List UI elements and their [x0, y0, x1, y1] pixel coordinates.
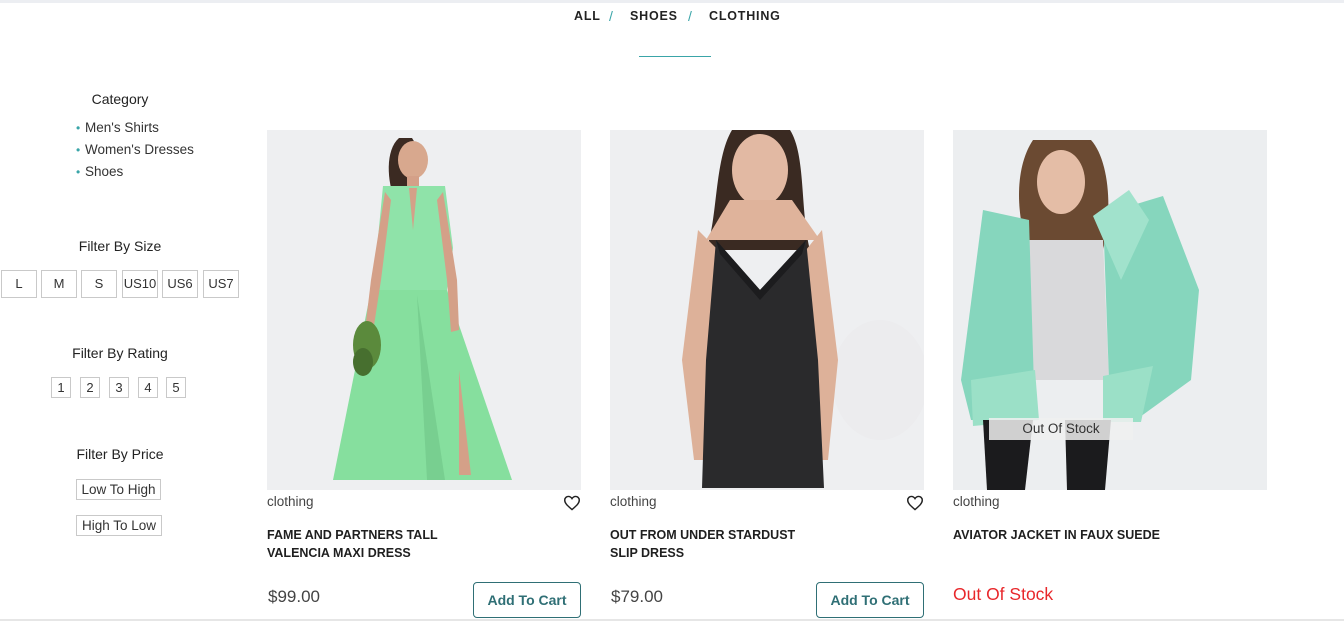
category-item-mens-shirts[interactable]: • Men's Shirts — [76, 121, 194, 143]
out-of-stock-overlay: Out Of Stock — [989, 418, 1133, 440]
bullet: • — [76, 121, 81, 135]
filter-sidebar: Category • Men's Shirts • Women's Dresses … — [0, 0, 240, 621]
category-label: Women's Dresses — [85, 142, 194, 157]
size-filter-us10[interactable]: US10 — [122, 270, 158, 298]
rating-filter-heading: Filter By Rating — [72, 345, 168, 361]
nav-separator: / — [688, 8, 692, 24]
product-category: clothing — [610, 494, 657, 509]
category-heading: Category — [91, 91, 149, 107]
product-title-line: FAME AND PARTNERS TALL — [267, 528, 438, 542]
rating-filter-1[interactable]: 1 — [51, 377, 71, 398]
product-image[interactable] — [267, 130, 581, 490]
category-label: Shoes — [85, 164, 124, 179]
nav-clothing[interactable]: CLOTHING — [709, 9, 781, 23]
out-of-stock-label: Out Of Stock — [953, 584, 1054, 604]
product-card: clothing OUT FROM UNDER STARDUST SLIP DR… — [610, 130, 925, 619]
price-sort-low-high[interactable]: Low To High — [76, 479, 161, 500]
nav-all[interactable]: ALL — [574, 9, 601, 23]
product-title-line: OUT FROM UNDER STARDUST — [610, 528, 796, 542]
heart-icon[interactable] — [563, 495, 581, 511]
black-slip-dress-image — [610, 130, 924, 490]
add-to-cart-button[interactable]: Add To Cart — [816, 582, 924, 618]
size-filter-l[interactable]: L — [1, 270, 37, 298]
product-title-line: SLIP DRESS — [610, 546, 685, 560]
size-filter-m[interactable]: M — [41, 270, 77, 298]
green-maxi-dress-image — [267, 130, 581, 490]
product-title: AVIATOR JACKET IN FAUX SUEDE — [953, 526, 1193, 544]
product-title: FAME AND PARTNERS TALL VALENCIA MAXI DRE… — [267, 526, 507, 562]
product-image[interactable]: Out Of Stock — [953, 130, 1267, 490]
nav-shoes[interactable]: SHOES — [630, 9, 678, 23]
rating-filter-3[interactable]: 3 — [109, 377, 129, 398]
product-title: OUT FROM UNDER STARDUST SLIP DRESS — [610, 526, 850, 562]
product-price: $99.00 — [268, 587, 320, 606]
rating-filter-5[interactable]: 5 — [166, 377, 186, 398]
bullet: • — [76, 165, 81, 179]
price-filter-heading: Filter By Price — [76, 446, 164, 462]
product-card: Out Of Stock clothing AVIATOR JACKET IN … — [953, 130, 1268, 619]
category-list: • Men's Shirts • Women's Dresses • Shoes — [76, 121, 194, 187]
size-filter-us7[interactable]: US7 — [203, 270, 239, 298]
product-title-line: AVIATOR JACKET IN FAUX SUEDE — [953, 528, 1160, 542]
rating-filter-4[interactable]: 4 — [138, 377, 158, 398]
product-category: clothing — [267, 494, 314, 509]
bullet: • — [76, 143, 81, 157]
product-card: clothing FAME AND PARTNERS TALL VALENCIA… — [267, 130, 582, 619]
category-item-shoes[interactable]: • Shoes — [76, 165, 194, 187]
size-filter-heading: Filter By Size — [78, 238, 162, 254]
nav-separator: / — [609, 8, 613, 24]
price-sort-high-low[interactable]: High To Low — [76, 515, 162, 536]
product-image[interactable] — [610, 130, 924, 490]
heart-icon[interactable] — [906, 495, 924, 511]
category-item-womens-dresses[interactable]: • Women's Dresses — [76, 143, 194, 165]
rating-filter-2[interactable]: 2 — [80, 377, 100, 398]
nav-active-underline — [639, 56, 711, 57]
size-filter-s[interactable]: S — [81, 270, 117, 298]
product-category: clothing — [953, 494, 1000, 509]
product-title-line: VALENCIA MAXI DRESS — [267, 546, 411, 560]
size-filter-us6[interactable]: US6 — [162, 270, 198, 298]
add-to-cart-button[interactable]: Add To Cart — [473, 582, 581, 618]
product-price: $79.00 — [611, 587, 663, 606]
category-label: Men's Shirts — [85, 120, 159, 135]
